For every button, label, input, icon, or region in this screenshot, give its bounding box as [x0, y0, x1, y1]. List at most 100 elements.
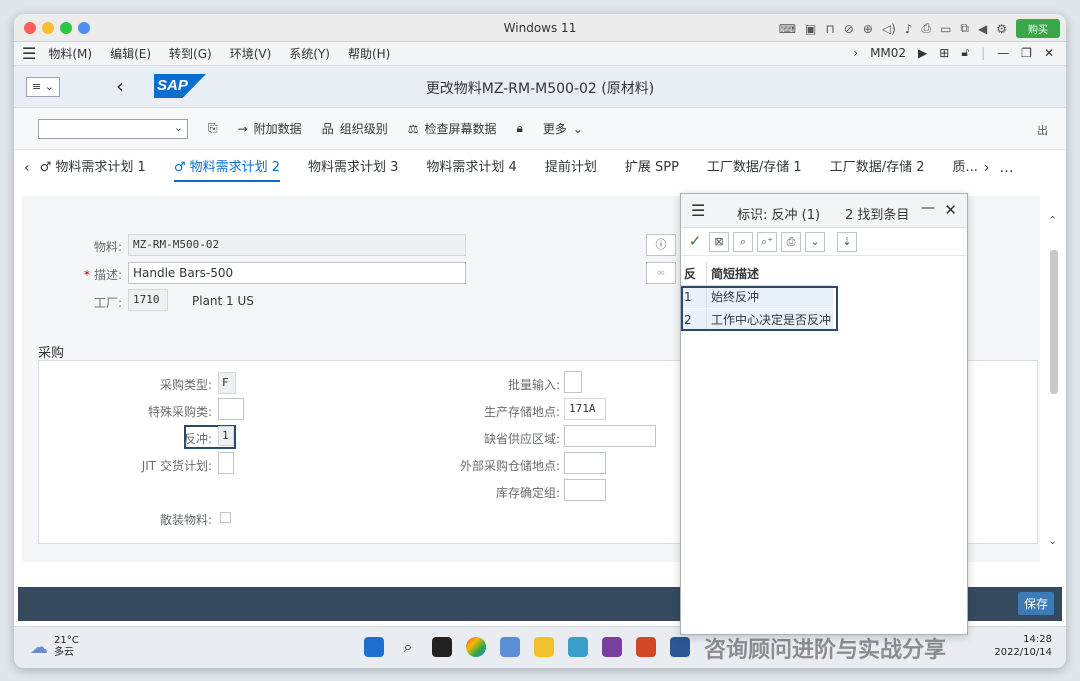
popup-title: 标识: 反冲 (1) [737, 208, 821, 223]
vertical-scrollbar[interactable]: ⌃ ⌄ [1048, 214, 1060, 564]
left-arrow-icon[interactable]: ◀ [978, 22, 987, 36]
close-icon[interactable]: ✕ [1044, 46, 1054, 60]
usb-icon[interactable]: ⊓ [825, 22, 834, 36]
bulk-material-checkbox[interactable] [220, 512, 231, 523]
minimize-icon[interactable]: — [997, 46, 1009, 60]
printer-icon[interactable]: ⎙ [921, 21, 931, 36]
material-field[interactable]: MZ-RM-M500-02 [128, 234, 466, 256]
prod-sloc-field[interactable]: 171A [564, 398, 606, 420]
special-proc-field[interactable] [218, 398, 244, 420]
scroll-up-icon[interactable]: ⌃ [1048, 214, 1057, 227]
lock-icon[interactable]: 🔒︎ [517, 121, 523, 136]
screen-icon[interactable]: ⧉ [960, 21, 969, 36]
col-key-header[interactable]: 反 [681, 262, 707, 285]
layout-icon[interactable]: ⊞ [939, 46, 949, 60]
tab-forecasting[interactable]: 提前计划 [545, 150, 597, 186]
globe-icon[interactable]: ⊕ [863, 22, 873, 36]
more-label: 更多 [542, 122, 567, 136]
video-icon[interactable]: ▭ [940, 22, 951, 36]
unlock-icon[interactable]: 🔓︎ [961, 45, 969, 60]
gear-icon[interactable]: ⚙ [996, 22, 1007, 36]
menu-help[interactable]: 帮助(H) [348, 45, 390, 62]
material-label: 物料: [93, 240, 122, 254]
ext-proc-sloc-field[interactable] [564, 452, 606, 474]
tab-scroll-right-icon[interactable]: › [984, 160, 990, 176]
exit-button[interactable]: 出 [1037, 122, 1048, 138]
cloud-icon: ☁ [30, 636, 48, 658]
chevron-down-icon[interactable]: ⌄ [174, 121, 183, 134]
tab-plant-storage2[interactable]: 工厂数据/存储 2 [830, 150, 925, 186]
watermark: 咨询顾问进阶与实战分享 [704, 638, 947, 663]
buy-button[interactable]: 购买 [1016, 19, 1060, 38]
batch-entry-field[interactable] [564, 371, 582, 393]
jit-field[interactable] [218, 452, 234, 474]
info-icon[interactable]: ⓘ [646, 234, 676, 256]
description-field[interactable]: Handle Bars-500 [128, 262, 466, 284]
onenote-icon[interactable] [602, 637, 622, 657]
system-clock[interactable]: 14:28 2022/10/14 [994, 633, 1052, 659]
command-field[interactable]: ⌄ [38, 118, 188, 139]
more-button[interactable]: 更多 ⌄ [543, 120, 583, 137]
popup-menu-icon[interactable]: ☰ [691, 201, 705, 220]
tab-quality[interactable]: 质... [953, 150, 978, 186]
menu-edit[interactable]: 编辑(E) [110, 45, 151, 62]
more-tabs-icon[interactable]: … [1000, 160, 1014, 176]
popup-minimize-icon[interactable]: — [921, 200, 935, 216]
keyboard-icon[interactable]: ⌨ [779, 22, 796, 36]
search-icon[interactable]: ⌕ [733, 231, 753, 252]
print-dropdown-icon[interactable]: ⌄ [805, 231, 825, 252]
menu-environment[interactable]: 环境(V) [230, 45, 272, 62]
search-icon[interactable]: ⌕ [398, 637, 418, 657]
tab-mrp3[interactable]: 物料需求计划 3 [308, 150, 398, 186]
app-icon[interactable] [568, 637, 588, 657]
file-explorer-icon[interactable] [534, 637, 554, 657]
menu-system[interactable]: 系统(Y) [289, 45, 330, 62]
additional-data-label: 附加数据 [253, 122, 302, 136]
scroll-thumb[interactable] [1050, 250, 1058, 394]
start-icon[interactable] [364, 637, 384, 657]
tab-scroll-left-icon[interactable]: ‹ [24, 160, 30, 176]
play-icon[interactable]: ▶ [918, 46, 927, 60]
storage-group-field[interactable] [564, 479, 606, 501]
default-supply-area-field[interactable] [564, 425, 656, 447]
org-levels-button[interactable]: 品组织级别 [322, 120, 388, 137]
speaker-icon[interactable]: ◁) [882, 22, 896, 36]
additional-data-button[interactable]: → 附加数据 [238, 120, 302, 137]
powerpoint-icon[interactable] [636, 637, 656, 657]
cancel-icon[interactable]: ⊠ [709, 231, 729, 252]
hamburger-icon[interactable]: ☰ [22, 44, 36, 63]
popup-close-icon[interactable]: ✕ [944, 201, 957, 219]
tab-mrp4[interactable]: 物料需求计划 4 [426, 150, 516, 186]
chrome-icon[interactable] [466, 637, 486, 657]
weather-widget[interactable]: ☁ 21°C 多云 [30, 635, 79, 659]
search-next-icon[interactable]: ⌕⁺ [757, 231, 777, 252]
microphone-icon[interactable]: ♪ [905, 22, 913, 36]
restore-icon[interactable]: ❐ [1021, 46, 1032, 60]
chevron-right-icon[interactable]: › [853, 46, 858, 60]
task-view-icon[interactable] [432, 637, 452, 657]
check-screen-data-button[interactable]: ⚖ 检查屏幕数据 [408, 120, 497, 137]
checkmark-icon[interactable]: ✓ [685, 231, 705, 252]
glasses-icon[interactable]: ∞ [646, 262, 676, 284]
camera-off-icon[interactable]: ⊘ [844, 22, 854, 36]
menu-material[interactable]: 物料(M) [48, 45, 92, 62]
plant-field[interactable]: 1710 [128, 289, 168, 311]
sap-logon-icon[interactable] [500, 637, 520, 657]
scroll-down-icon[interactable]: ⌄ [1048, 534, 1057, 547]
word-icon[interactable] [670, 637, 690, 657]
tab-mrp1[interactable]: ♂ 物料需求计划 1 [40, 150, 146, 186]
print-icon[interactable]: ⎙ [781, 231, 801, 252]
save-button[interactable]: 保存 [1017, 592, 1054, 615]
tab-plant-storage1[interactable]: 工厂数据/存储 1 [707, 150, 802, 186]
sort-icon[interactable]: ⇣ [837, 231, 857, 252]
proc-type-field[interactable]: F [218, 372, 236, 394]
check-screen-data-label: 检查屏幕数据 [424, 122, 497, 136]
tab-mrp2[interactable]: ♂ 物料需求计划 2 [173, 150, 281, 186]
col-desc-header[interactable]: 简短描述 [707, 262, 833, 285]
mrp-icon: ♂ [39, 160, 56, 175]
tab-extended-spp[interactable]: 扩展 SPP [625, 150, 679, 186]
menu-goto[interactable]: 转到(G) [169, 45, 212, 62]
cpu-icon[interactable]: ▣ [805, 22, 816, 36]
backflush-field[interactable]: 1 [218, 426, 234, 446]
save-variant-icon[interactable]: ⎘ [208, 121, 218, 136]
